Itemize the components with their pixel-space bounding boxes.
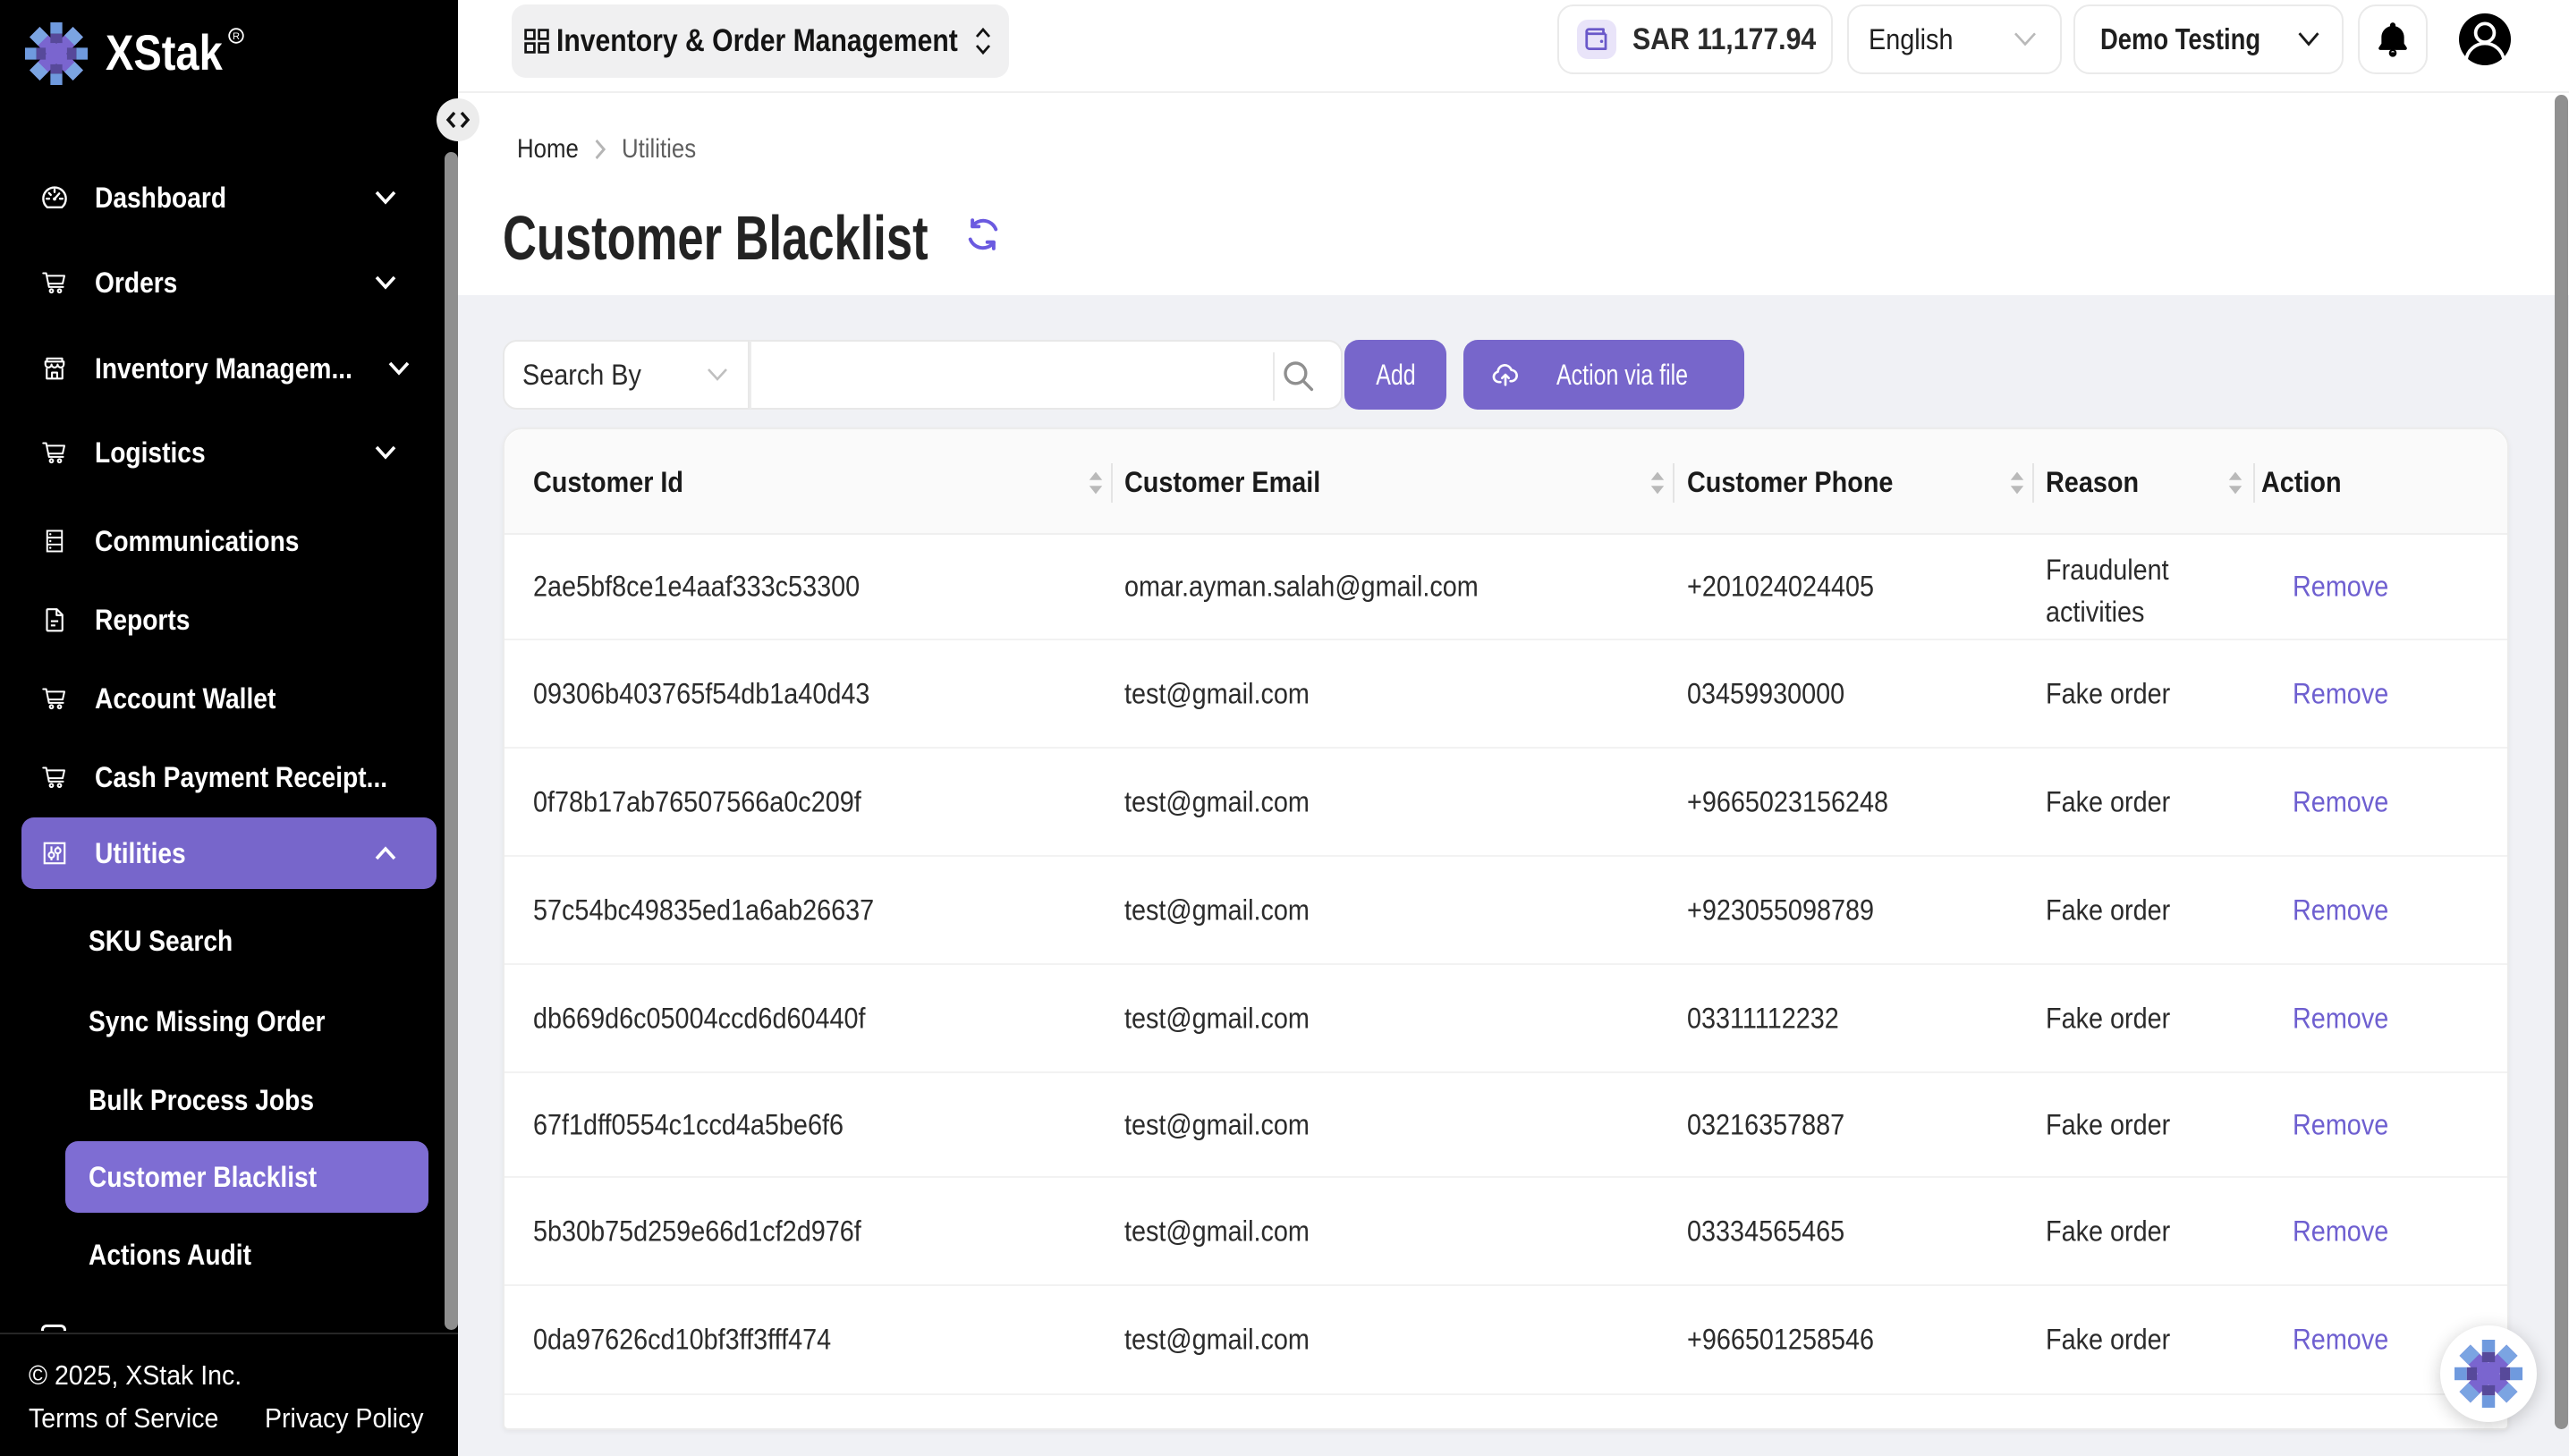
svg-text:R: R: [233, 31, 240, 42]
